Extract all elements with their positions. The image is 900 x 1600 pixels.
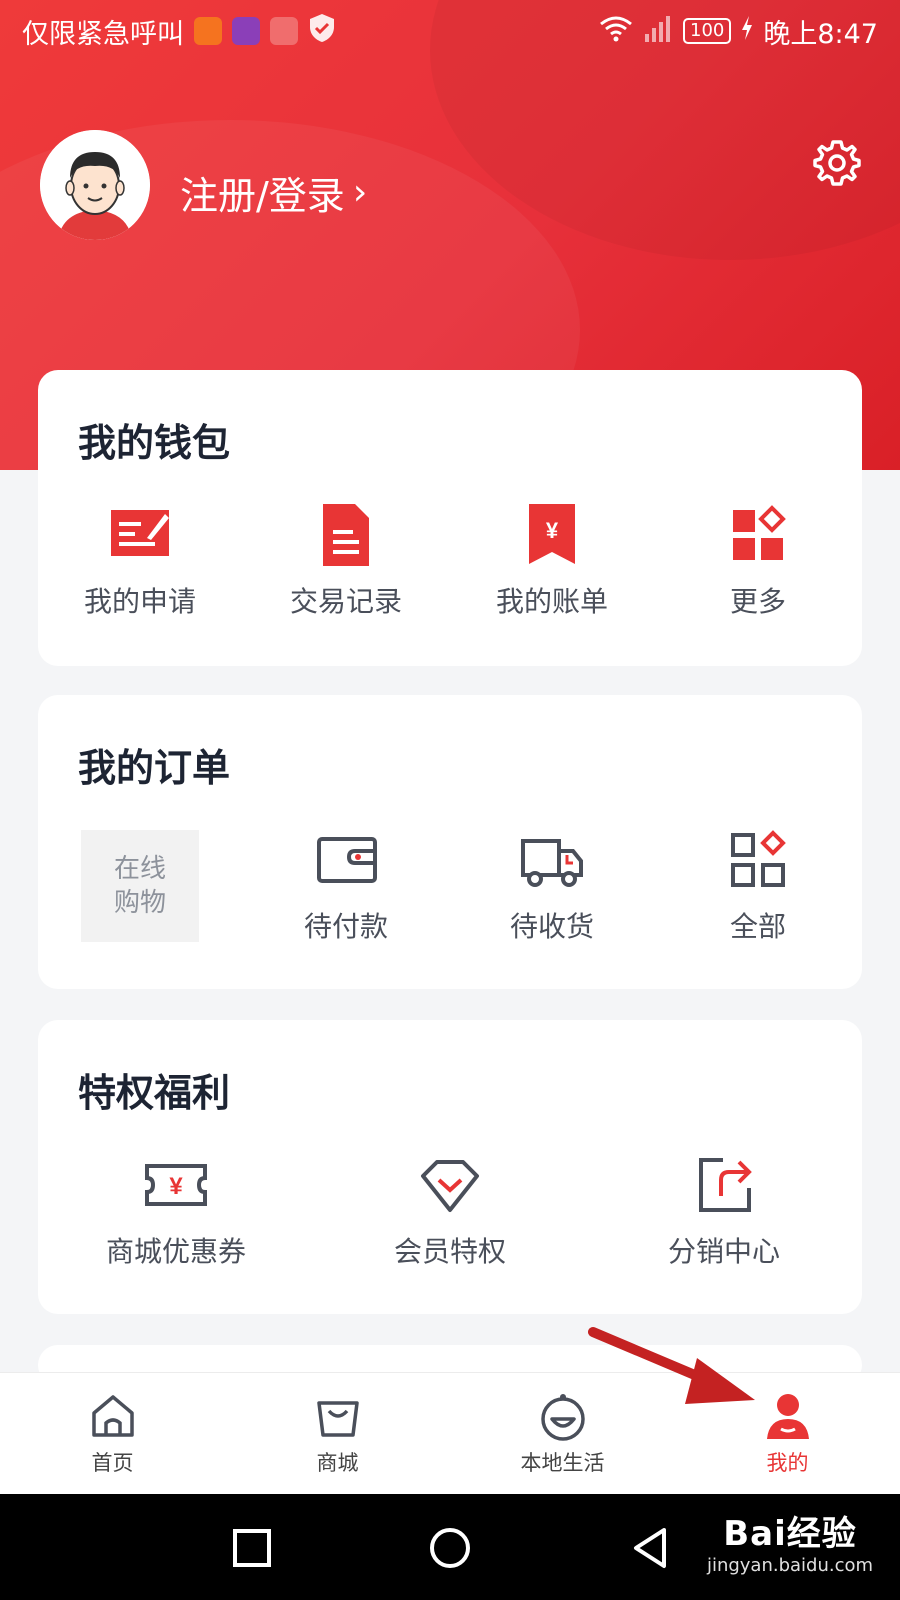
settings-button[interactable] xyxy=(812,138,862,188)
perks-item-distribution[interactable]: 分销中心 xyxy=(624,1150,824,1270)
bottom-navigation: 首页 商城 本地生活 我的 xyxy=(0,1372,900,1494)
time-text: 晚上8:47 xyxy=(763,18,878,50)
orders-item-pending-delivery[interactable]: 待收货 xyxy=(452,825,652,945)
notification-app-icon xyxy=(194,17,222,45)
wallet-item-label: 更多 xyxy=(729,585,786,618)
orders-item-pending-payment[interactable]: 待付款 xyxy=(246,825,446,945)
watermark-url: jingyan.baidu.com xyxy=(706,1555,874,1576)
login-register-link[interactable]: 注册/登录 › xyxy=(180,165,367,220)
nav-label: 首页 xyxy=(91,1451,134,1475)
home-button[interactable] xyxy=(428,1526,472,1574)
perks-item-label: 商城优惠券 xyxy=(105,1235,246,1268)
watermark-brand: Bai经验 xyxy=(723,1514,857,1554)
wallet-item-label: 我的账单 xyxy=(495,585,608,618)
recent-apps-button[interactable] xyxy=(232,1528,272,1572)
notification-app-icon xyxy=(232,17,260,45)
perks-title: 特权福利 xyxy=(78,1071,231,1115)
orders-item-label: 全部 xyxy=(729,910,786,943)
shield-icon xyxy=(308,13,336,50)
online-shopping-placeholder: 在线购物 xyxy=(81,830,199,942)
perks-item-coupon[interactable]: ¥ 商城优惠券 xyxy=(76,1150,276,1270)
application-icon xyxy=(105,500,175,570)
coupon-icon: ¥ xyxy=(141,1150,211,1220)
perks-item-label: 会员特权 xyxy=(393,1235,506,1268)
transaction-record-icon xyxy=(311,500,381,570)
charging-icon xyxy=(741,15,753,47)
shopping-bag-icon xyxy=(311,1389,365,1443)
circle-icon xyxy=(430,1528,470,1568)
wallet-item-bill[interactable]: ¥ 我的账单 xyxy=(452,500,652,620)
square-icon xyxy=(233,1529,271,1567)
profile-icon xyxy=(761,1389,815,1443)
back-button[interactable] xyxy=(630,1526,670,1574)
chevron-right-icon: › xyxy=(352,172,368,213)
svg-text:¥: ¥ xyxy=(546,518,559,543)
nav-label: 本地生活 xyxy=(520,1451,605,1475)
local-life-icon xyxy=(536,1389,590,1443)
avatar[interactable] xyxy=(40,130,150,240)
wallet-title: 我的钱包 xyxy=(78,421,231,465)
carrier-text: 仅限紧急呼叫 xyxy=(22,18,184,50)
back-triangle-icon xyxy=(634,1528,666,1568)
orders-title: 我的订单 xyxy=(78,746,231,790)
orders-card: 我的订单 在线购物 待付款 待收货 全部 xyxy=(38,695,862,989)
bill-icon: ¥ xyxy=(517,500,587,570)
perks-card: 特权福利 ¥ 商城优惠券 会员特权 分销中心 xyxy=(38,1020,862,1314)
avatar-illustration xyxy=(40,130,150,240)
orders-item-online-shopping[interactable]: 在线购物 xyxy=(40,830,240,942)
perks-item-label: 分销中心 xyxy=(667,1235,780,1268)
orders-item-label: 待收货 xyxy=(509,910,594,943)
annotation-arrow xyxy=(588,1327,755,1404)
nav-label: 商城 xyxy=(316,1451,359,1475)
diamond-icon xyxy=(415,1150,485,1220)
wallet-item-transactions[interactable]: 交易记录 xyxy=(246,500,446,620)
wifi-icon xyxy=(599,14,633,49)
truck-icon xyxy=(517,825,587,895)
home-icon xyxy=(86,1389,140,1443)
gear-icon xyxy=(813,140,861,186)
orders-item-label: 待付款 xyxy=(303,910,388,943)
signal-icon xyxy=(643,14,673,49)
placeholder-text: 在线购物 xyxy=(113,854,166,918)
login-label: 注册/登录 xyxy=(180,174,345,218)
perks-item-membership[interactable]: 会员特权 xyxy=(350,1150,550,1270)
nav-label: 我的 xyxy=(766,1451,809,1475)
wallet-icon xyxy=(311,825,381,895)
svg-text:¥: ¥ xyxy=(169,1173,183,1200)
notification-huawei-icon xyxy=(270,17,298,45)
orders-item-all[interactable]: 全部 xyxy=(658,825,858,945)
status-right: 100 晚上8:47 xyxy=(599,12,878,51)
wallet-item-application[interactable]: 我的申请 xyxy=(40,500,240,620)
status-left: 仅限紧急呼叫 xyxy=(22,12,336,51)
wallet-item-label: 我的申请 xyxy=(83,585,196,618)
baidu-watermark: Bai经验 jingyan.baidu.com xyxy=(690,1506,890,1576)
status-bar: 仅限紧急呼叫 100 晚上8:47 xyxy=(0,0,900,62)
wallet-item-more[interactable]: 更多 xyxy=(658,500,858,620)
nav-item-home[interactable]: 首页 xyxy=(0,1373,225,1494)
wallet-card: 我的钱包 我的申请 交易记录 ¥ 我的账单 更多 xyxy=(38,370,862,666)
share-icon xyxy=(689,1150,759,1220)
all-grid-icon xyxy=(723,825,793,895)
battery-indicator: 100 xyxy=(683,18,732,44)
more-grid-icon xyxy=(723,500,793,570)
wallet-item-label: 交易记录 xyxy=(289,585,402,618)
nav-item-mall[interactable]: 商城 xyxy=(225,1373,450,1494)
